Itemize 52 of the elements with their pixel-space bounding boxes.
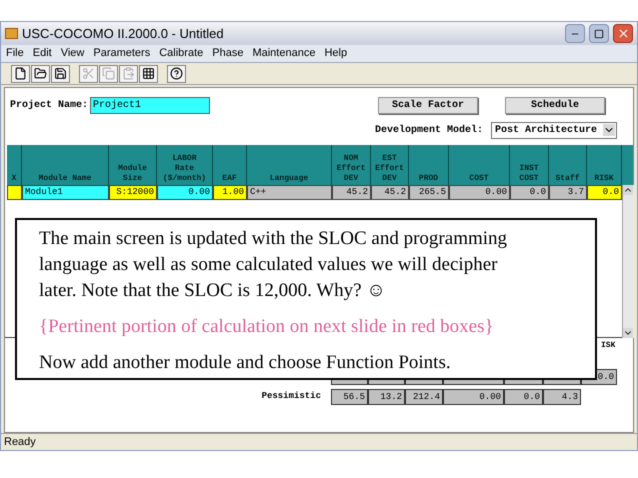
column-header: EST Effort DEV <box>375 154 404 184</box>
note-text: The main screen is updated with the SLOC and programming language as well as some calculated values we will decipher later. Note that the SLOC is 12,000. Why? ☺ <box>39 227 508 303</box>
menu-item[interactable]: File <box>6 45 24 62</box>
column-header: Staff <box>555 174 580 184</box>
table-cell[interactable]: C++ <box>247 185 332 200</box>
table-cell[interactable]: 0.00 <box>449 185 510 200</box>
table-cell: 212.4 <box>405 389 443 405</box>
table-cell[interactable]: 45.2 <box>332 185 371 200</box>
table-cell[interactable]: Module1 <box>22 185 109 200</box>
table-cell[interactable]: 3.7 <box>549 185 587 200</box>
development-model-label: Development Model: <box>374 124 483 138</box>
column-header: Module Size <box>118 164 147 184</box>
menu-item[interactable]: Calibrate <box>159 45 204 62</box>
column-header: NOM Effort DEV <box>336 154 366 184</box>
row-label: Pessimistic <box>262 391 321 402</box>
menu-item[interactable]: Edit <box>32 45 52 62</box>
development-model-dropdown[interactable]: Post Architecture <box>491 122 617 138</box>
menu-item[interactable]: Help <box>324 45 348 62</box>
table-cell[interactable]: 0.00 <box>157 185 213 200</box>
column-header: Language <box>270 174 308 184</box>
menu-item[interactable]: Maintenance <box>252 45 316 62</box>
toolbar-button[interactable]: Schedule <box>505 96 606 114</box>
table-cell[interactable]: 265.5 <box>409 185 449 200</box>
column-header: LABOR Rate ($/month) <box>162 154 206 184</box>
column-header: COST <box>469 174 489 184</box>
column-header: Module Name <box>38 174 92 184</box>
column-header: INST COST <box>519 164 539 184</box>
table-cell: 4.3 <box>543 389 581 405</box>
window-title: USC-COCOMO II.2000.0 - Untitled <box>22 24 225 43</box>
menu-item[interactable]: Parameters <box>93 45 150 62</box>
table-cell[interactable]: S:12000 <box>109 185 157 200</box>
menu-item[interactable]: View <box>60 45 84 62</box>
column-header: PROD <box>418 174 438 184</box>
table-cell: 0.00 <box>443 389 504 405</box>
table-cell: 56.5 <box>331 389 368 405</box>
table-cell: 13.2 <box>368 389 405 405</box>
toolbar-button[interactable]: Scale Factor <box>378 96 478 114</box>
column-header: EAF <box>222 174 237 184</box>
status-text: Ready <box>4 434 36 450</box>
table-cell[interactable]: 1.00 <box>213 185 247 200</box>
note-text: Now add another module and choose Function Points. <box>39 351 452 375</box>
menu-item[interactable]: Phase <box>212 45 244 62</box>
note-text: {Pertinent portion of calculation on next slide in red boxes} <box>39 315 495 339</box>
table-cell: 0.0 <box>504 389 543 405</box>
project-name-label: Project Name: <box>10 98 88 112</box>
table-cell[interactable]: 0.0 <box>587 185 622 200</box>
table-cell[interactable]: 45.2 <box>371 185 409 200</box>
column-header: RISK <box>594 174 614 184</box>
project-name-field[interactable]: Project1 <box>90 96 210 114</box>
column-header: ISK <box>601 340 616 352</box>
table-cell[interactable]: 0.0 <box>510 185 549 200</box>
column-header: X <box>12 174 16 184</box>
